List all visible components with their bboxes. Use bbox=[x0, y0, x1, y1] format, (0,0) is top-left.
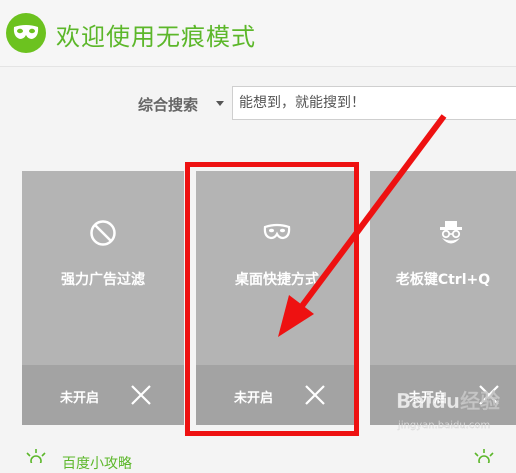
baidu-watermark: Baidu经验 jingyan.baidu.com bbox=[396, 389, 501, 432]
watermark-subtext: jingyan.baidu.com bbox=[397, 420, 490, 431]
watermark-text: Baidu经验 bbox=[396, 389, 500, 413]
bottom-link[interactable]: 百度小攻略 bbox=[62, 453, 132, 473]
